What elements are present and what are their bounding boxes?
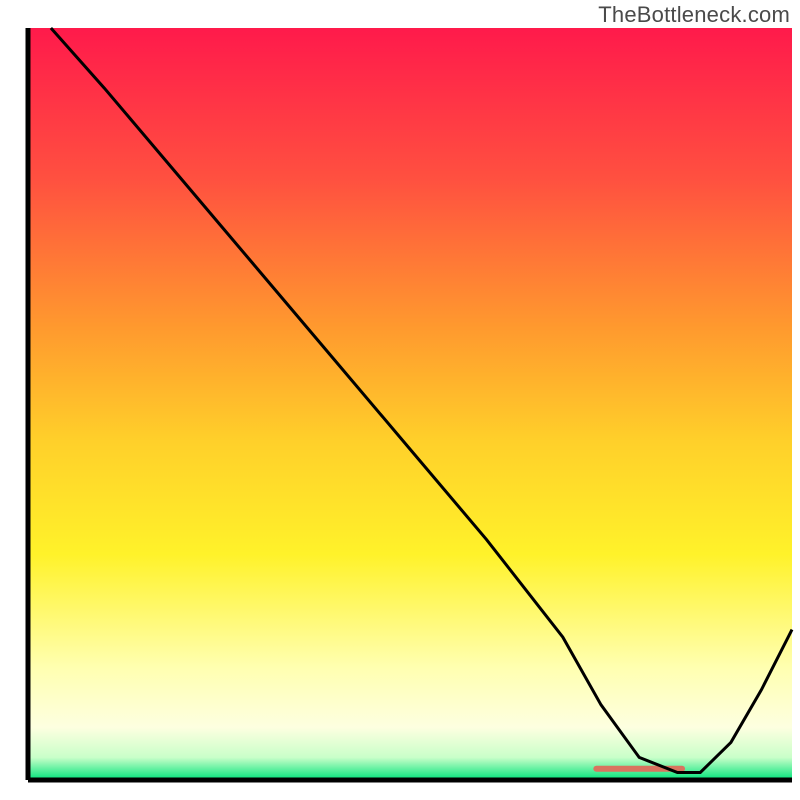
bottleneck-chart: TheBottleneck.com xyxy=(0,0,800,800)
plot-area xyxy=(28,28,792,780)
watermark-text: TheBottleneck.com xyxy=(598,2,790,28)
gradient-background xyxy=(28,28,792,780)
chart-svg xyxy=(0,0,800,800)
